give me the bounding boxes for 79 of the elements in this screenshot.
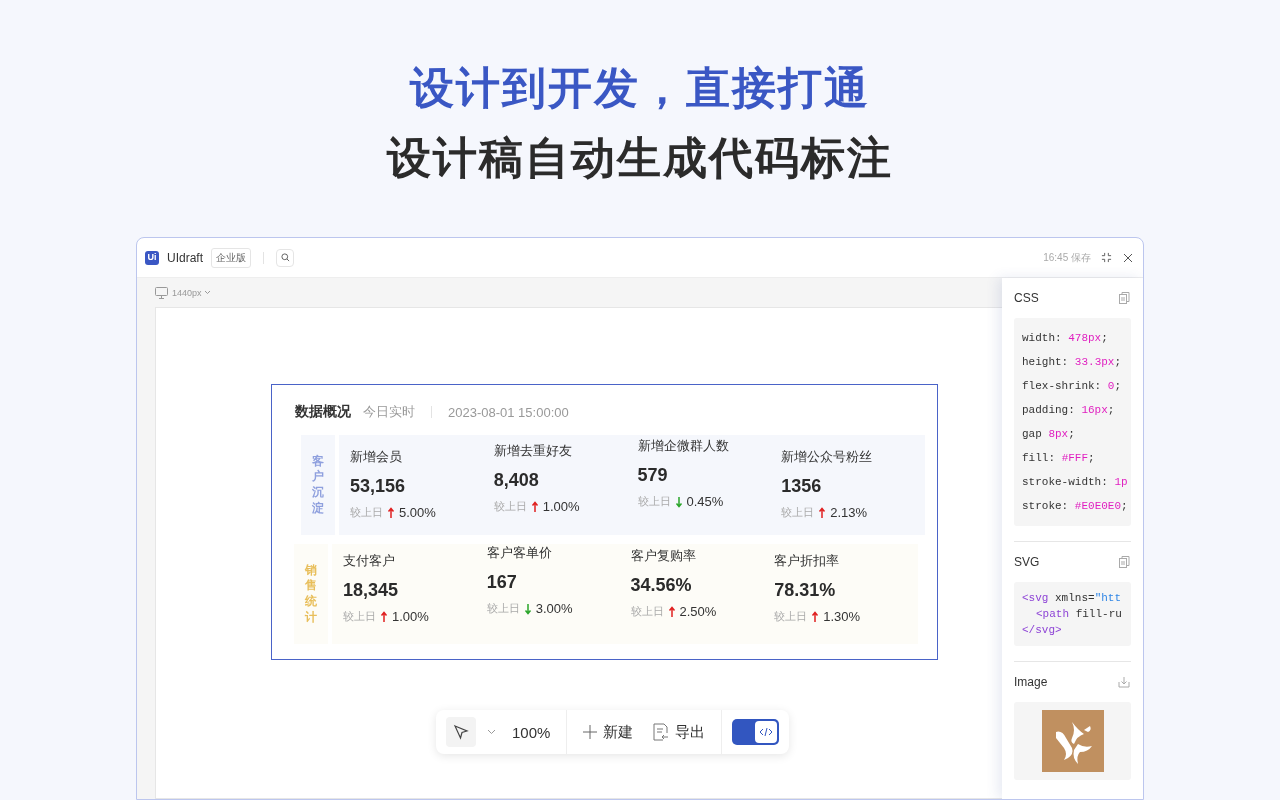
metric-name: 新增企微群人数 [637, 437, 730, 455]
metric-value: 34.56% [630, 574, 693, 596]
group-label: 销售统计 [305, 562, 317, 626]
plus-icon [583, 725, 598, 739]
code-line: fill: #FFF; [1022, 451, 1096, 466]
metric-name: 客户客单价 [486, 544, 553, 562]
subheadline: 设计稿自动生成代码标注 [387, 132, 893, 184]
metric-name: 新增公众号粉丝 [781, 448, 874, 466]
compare-label: 较上日 [350, 505, 383, 520]
export-icon [653, 723, 670, 741]
code-line: width: 478px; [1022, 331, 1109, 346]
close-icon [1123, 252, 1133, 263]
change-value: 5.00% [399, 505, 436, 520]
metric-name: 客户复购率 [630, 547, 697, 565]
code-line: height: 33.3px; [1022, 355, 1123, 370]
code-line: gap 8px; [1022, 427, 1076, 442]
pointer-icon [453, 724, 469, 740]
change-value: 3.00% [535, 601, 573, 616]
compare-label: 较上日 [493, 499, 527, 514]
change-value: 1.30% [823, 609, 861, 624]
export-button[interactable]: 导出 [647, 722, 712, 742]
code-line: stroke: #E0E0E0; [1022, 499, 1129, 514]
copy-button[interactable] [1117, 291, 1131, 305]
metric-value: 167 [486, 571, 518, 593]
code-line: <svg xmlns="htt [1022, 591, 1123, 606]
zoom-level[interactable]: 100% [512, 723, 551, 741]
change-value: 2.50% [679, 604, 717, 619]
copy-icon [1118, 292, 1130, 304]
metric-value: 1356 [781, 475, 823, 497]
code-icon [759, 727, 774, 737]
code-line: padding: 16px; [1022, 403, 1116, 418]
chevron-down-icon [486, 729, 496, 735]
metric-value: 579 [637, 464, 669, 486]
compare-label: 较上日 [781, 505, 815, 520]
metric-name: 新增去重好友 [493, 442, 573, 460]
copy-icon [1118, 556, 1130, 568]
code-line: <path fill-ru [1035, 607, 1123, 622]
change-value: 2.13% [830, 505, 868, 520]
code-line: flex-shrink: 0; [1022, 379, 1123, 394]
section-title: Image [1014, 675, 1048, 689]
change-value: 1.00% [392, 609, 429, 624]
copy-button[interactable] [1117, 555, 1131, 569]
metric-value: 53,156 [350, 475, 407, 497]
metric-name: 客户折扣率 [774, 552, 841, 570]
metric-value: 78.31% [774, 579, 837, 601]
section-title: SVG [1014, 555, 1040, 569]
collapse-button[interactable] [1099, 250, 1113, 265]
metric-value: 18,345 [343, 579, 400, 601]
code-line: stroke-width: 1p [1022, 475, 1129, 490]
save-status: 16:45 保存 [1043, 250, 1091, 265]
new-button[interactable]: 新建 [577, 722, 640, 742]
chevron-down-icon [203, 290, 211, 295]
metric-name: 新增会员 [350, 448, 403, 466]
change-value: 1.00% [542, 499, 580, 514]
download-icon [1118, 676, 1130, 688]
change-value: 0.45% [686, 494, 724, 509]
collapse-icon [1100, 252, 1112, 263]
dashboard-title: 数据概况 [295, 403, 351, 421]
compare-label: 较上日 [637, 494, 671, 509]
metric-value: 8,408 [493, 469, 540, 491]
pointer-tool-button[interactable] [446, 717, 476, 747]
compare-label: 较上日 [486, 601, 520, 616]
compare-label: 较上日 [343, 609, 376, 624]
monitor-icon [155, 286, 168, 299]
app-name: UIdraft [167, 250, 203, 265]
code-mode-switch[interactable] [732, 719, 780, 745]
dashboard-timestamp: 2023-08-01 15:00:00 [448, 404, 569, 420]
section-title: CSS [1014, 291, 1039, 305]
compare-label: 较上日 [774, 609, 808, 624]
compare-label: 较上日 [630, 604, 664, 619]
search-icon [280, 253, 290, 262]
group-label: 客户沉淀 [312, 453, 324, 517]
metric-name: 支付客户 [343, 552, 396, 570]
dashboard-mode: 今日实时 [363, 403, 415, 421]
code-line: </svg> [1022, 623, 1063, 638]
edition-badge: 企业版 [211, 247, 251, 268]
search-button[interactable] [276, 248, 294, 267]
app-logo: Ui [145, 250, 159, 265]
headline: 设计到开发，直接打通 [410, 62, 870, 114]
